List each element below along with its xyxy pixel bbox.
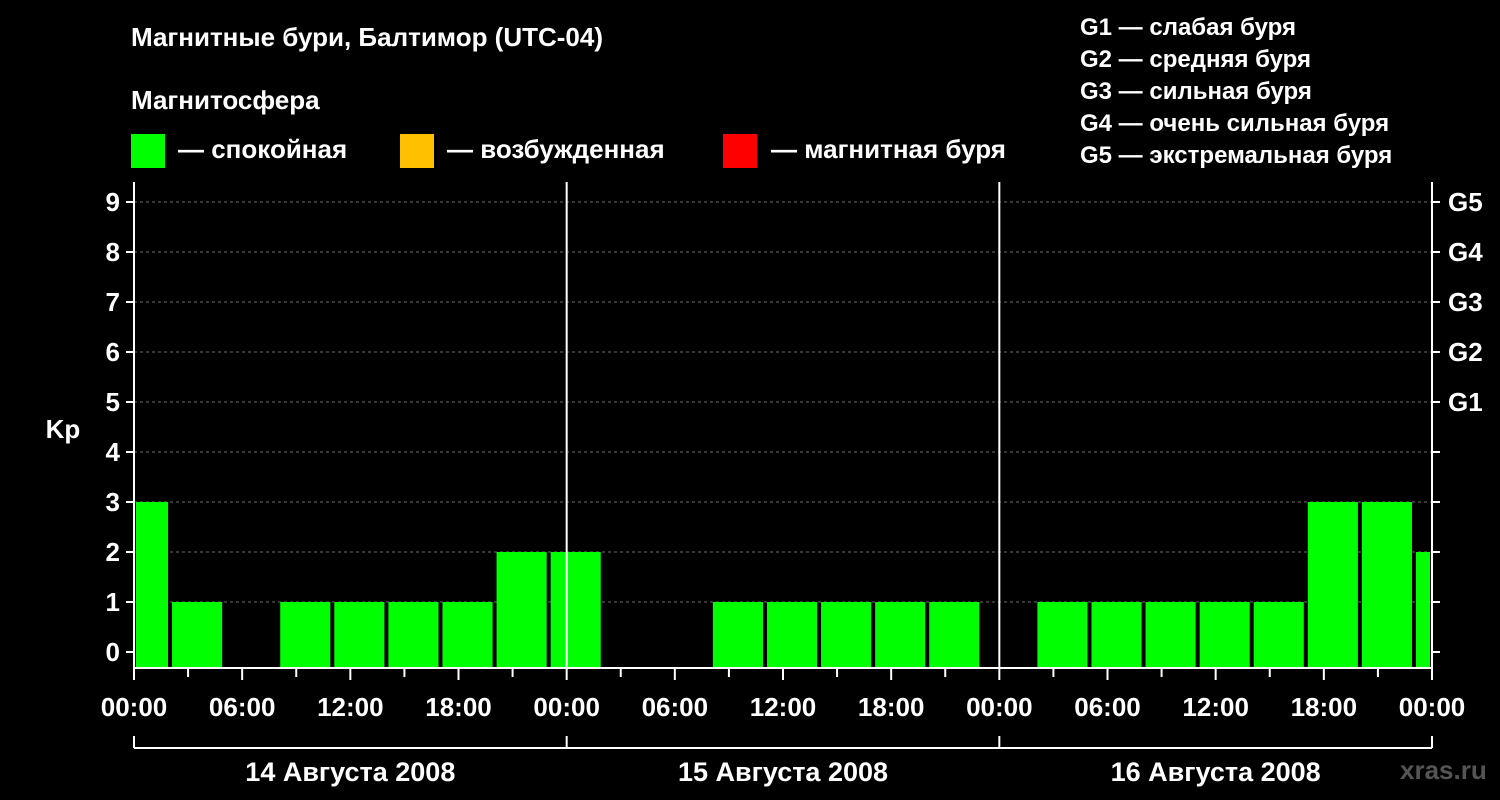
x-tick-label: 18:00 (858, 692, 925, 722)
kp-bar-1 (172, 602, 223, 668)
g-scale-label: G1 (1448, 387, 1483, 417)
kp-bar-20 (1415, 552, 1430, 668)
x-tick-label: 12:00 (317, 692, 384, 722)
y-tick-label: 9 (106, 187, 120, 217)
day-label-1: 14 Августа 2008 (245, 757, 455, 787)
x-tick-label: 12:00 (750, 692, 817, 722)
y-tick-label: 5 (106, 387, 120, 417)
kp-bar-17 (1253, 602, 1304, 668)
y-tick-label: 4 (106, 437, 121, 467)
y-tick-label: 6 (106, 337, 120, 367)
kp-bar-13 (1037, 602, 1088, 668)
y-tick-label: 2 (106, 537, 120, 567)
watermark: xras.ru (1400, 755, 1487, 785)
x-tick-label: 06:00 (642, 692, 709, 722)
x-tick-label: 12:00 (1182, 692, 1249, 722)
y-tick-label: 1 (106, 587, 120, 617)
y-tick-label: 3 (106, 487, 120, 517)
kp-bar-16 (1199, 602, 1250, 668)
kp-bar-0 (136, 502, 169, 668)
y-tick-label: 8 (106, 237, 120, 267)
y-tick-label: 7 (106, 287, 120, 317)
x-tick-label: 00:00 (966, 692, 1033, 722)
kp-bar-19 (1361, 502, 1412, 668)
kp-bar-18 (1307, 502, 1358, 668)
x-tick-label: 06:00 (1074, 692, 1141, 722)
kp-bar-15 (1145, 602, 1196, 668)
x-tick-label: 00:00 (1399, 692, 1466, 722)
kp-bar-11 (875, 602, 926, 668)
g-scale-label: G3 (1448, 287, 1483, 317)
kp-bar-10 (821, 602, 872, 668)
y-axis-title: Kp (46, 414, 81, 444)
x-tick-label: 18:00 (425, 692, 492, 722)
kp-bar-8 (712, 602, 763, 668)
kp-bar-2 (280, 602, 331, 668)
g-scale-label: G4 (1448, 237, 1483, 267)
x-tick-label: 00:00 (101, 692, 168, 722)
day-label-2: 15 Августа 2008 (678, 757, 888, 787)
g-scale-label: G5 (1448, 187, 1483, 217)
kp-bar-5 (442, 602, 493, 668)
x-tick-label: 00:00 (533, 692, 600, 722)
kp-bar-6 (496, 552, 547, 668)
g-scale-label: G2 (1448, 337, 1483, 367)
x-tick-label: 06:00 (209, 692, 276, 722)
kp-bar-7 (550, 552, 601, 668)
x-tick-label: 18:00 (1291, 692, 1358, 722)
kp-bar-4 (388, 602, 439, 668)
kp-bar-14 (1091, 602, 1142, 668)
kp-bar-3 (334, 602, 385, 668)
kp-bar-9 (766, 602, 818, 668)
kp-bar-12 (929, 602, 980, 668)
y-tick-label: 0 (106, 637, 120, 667)
day-label-3: 16 Августа 2008 (1111, 757, 1321, 787)
kp-chart: 0 1 2 3 4 5 6 7 8 9 G1 G2 G3 G4 G5 Kp 00:00 06:00 12:00 18:… (46, 182, 1483, 787)
